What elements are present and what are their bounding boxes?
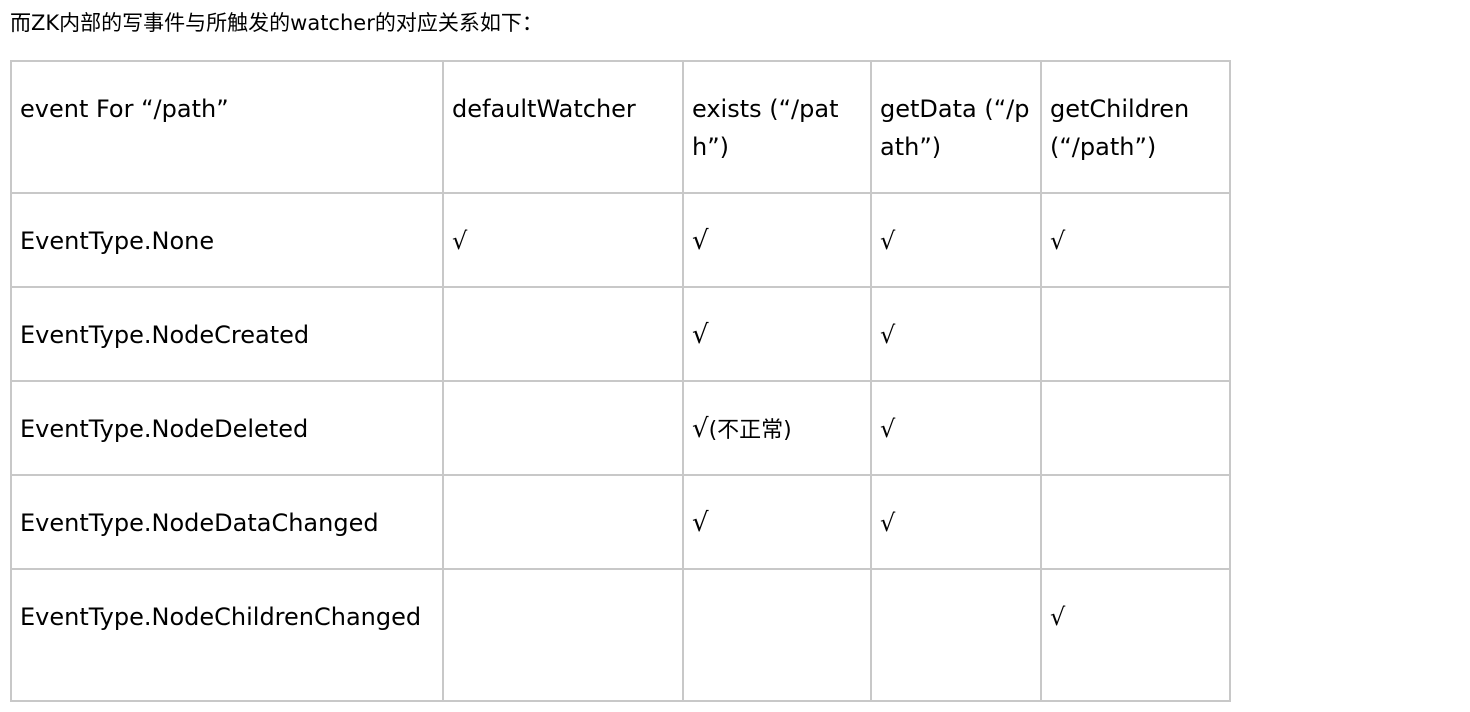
exists-check: √ (692, 508, 709, 538)
default-watcher-check: √ (442, 192, 684, 288)
event-watcher-table: event For “/path” defaultWatcher exists … (10, 60, 1231, 702)
event-cell: EventType.NodeDeleted (10, 380, 444, 476)
getchildren-check: √ (1040, 192, 1231, 288)
table-row: EventType.None √ √ √ √ (10, 192, 1231, 288)
getchildren-check (1040, 380, 1231, 476)
event-cell: EventType.NodeCreated (10, 286, 444, 382)
getchildren-check: √ (1040, 568, 1231, 702)
event-cell: EventType.NodeDataChanged (10, 474, 444, 570)
exists-cell: √ (682, 474, 872, 570)
intro-text: 而ZK内部的写事件与所触发的watcher的对应关系如下： (10, 11, 543, 35)
header-event: event For “/path” (10, 60, 444, 194)
exists-check: √ (692, 414, 709, 444)
event-cell: EventType.None (10, 192, 444, 288)
event-cell: EventType.NodeChildrenChanged (10, 568, 444, 702)
getdata-check (870, 568, 1042, 702)
exists-cell: √ (682, 192, 872, 288)
getchildren-check (1040, 286, 1231, 382)
getdata-check: √ (870, 380, 1042, 476)
exists-check: √ (692, 226, 709, 256)
getdata-check: √ (870, 286, 1042, 382)
getchildren-check (1040, 474, 1231, 570)
header-exists: exists (“/path”) (682, 60, 872, 194)
exists-check: √ (692, 320, 709, 350)
getdata-check: √ (870, 192, 1042, 288)
default-watcher-check (442, 568, 684, 702)
exists-cell: √(不正常) (682, 380, 872, 476)
exists-note: (不正常) (708, 418, 792, 443)
table-row: EventType.NodeChildrenChanged √ (10, 568, 1231, 702)
table-row: EventType.NodeDataChanged √ √ (10, 474, 1231, 570)
default-watcher-check (442, 286, 684, 382)
header-getdata: getData (“/path”) (870, 60, 1042, 194)
header-getchildren: getChildren (“/path”) (1040, 60, 1231, 194)
table-row: EventType.NodeDeleted √(不正常) √ (10, 380, 1231, 476)
default-watcher-check (442, 380, 684, 476)
exists-cell: √ (682, 286, 872, 382)
getdata-check: √ (870, 474, 1042, 570)
table-row: EventType.NodeCreated √ √ (10, 286, 1231, 382)
header-default-watcher: defaultWatcher (442, 60, 684, 194)
table-header-row: event For “/path” defaultWatcher exists … (10, 60, 1231, 194)
exists-cell (682, 568, 872, 702)
default-watcher-check (442, 474, 684, 570)
